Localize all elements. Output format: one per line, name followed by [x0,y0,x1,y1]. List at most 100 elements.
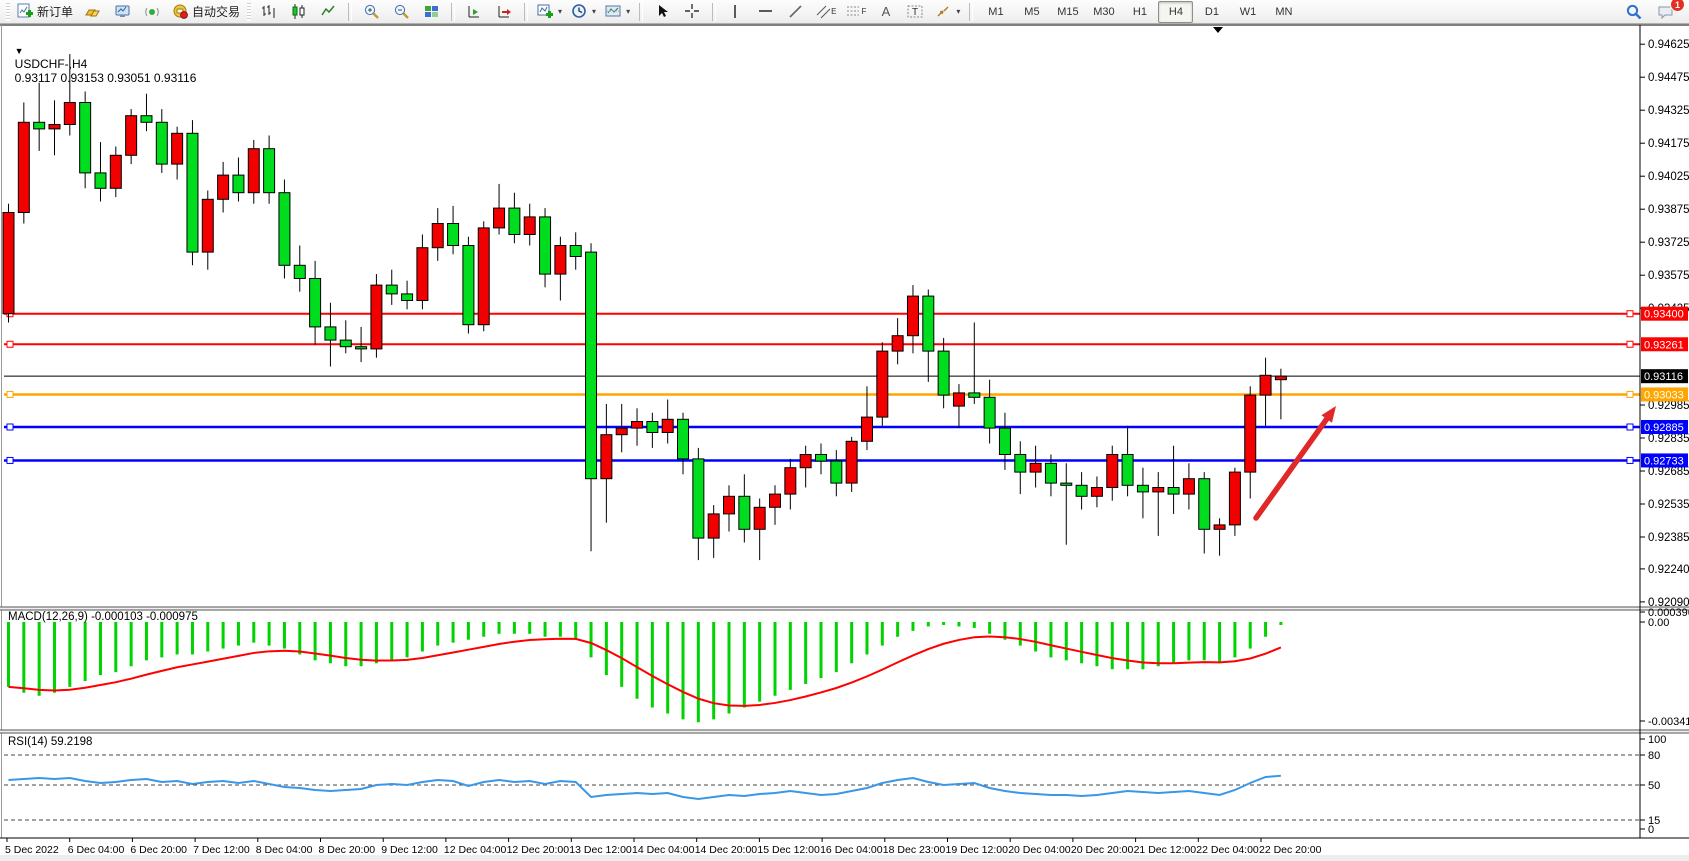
crosshair-tool-button[interactable] [678,0,707,23]
level-endpoint-marker[interactable] [1627,391,1633,397]
timeframe-w1-button[interactable]: W1 [1230,1,1265,23]
horizontal-line-tool[interactable] [751,0,780,23]
zoom-out-button[interactable] [387,0,416,23]
macd-axis-label: 0.00 [1648,617,1669,629]
candlestick-mode-button[interactable] [284,0,313,23]
candle-body [678,419,689,459]
trendline-icon [787,3,804,20]
toolbar-grip[interactable] [6,3,10,21]
new-order-icon [17,3,34,20]
price-axis-tick-label: 0.92240 [1648,564,1689,576]
candle-body [938,351,949,395]
trendline-tool[interactable] [781,0,810,23]
timeframe-mn-button[interactable]: MN [1266,1,1301,23]
arrows-dropdown[interactable]: ▾ [931,0,964,23]
bar-chart-icon [260,3,277,20]
text-tool[interactable]: A [871,0,900,23]
timeframe-h1-button[interactable]: H1 [1122,1,1157,23]
arrow-objects-icon [935,3,952,20]
new-chart-dropdown[interactable]: ▾ [533,0,566,23]
level-endpoint-marker[interactable] [7,341,13,347]
rsi-axis-label: 0 [1648,824,1654,836]
collapse-triangle-icon[interactable]: ▼ [15,46,24,56]
price-label-text: 0.92733 [1644,455,1684,467]
candle-body [279,193,290,266]
candle-body [80,103,91,173]
candle-body [294,265,305,278]
tile-windows-button[interactable] [417,0,446,23]
candle-body [1122,455,1133,486]
candle-body [555,246,566,275]
candle-body [233,175,244,193]
line-chart-mode-button[interactable] [314,0,343,23]
auto-scroll-button[interactable] [460,0,489,23]
level-endpoint-marker[interactable] [1627,311,1633,317]
time-axis-label: 22 Dec 20:00 [1259,844,1322,856]
templates-dropdown[interactable]: ▾ [601,0,634,23]
vertical-line-tool[interactable] [721,0,750,23]
timeframe-m1-button[interactable]: M1 [978,1,1013,23]
level-endpoint-marker[interactable] [1627,341,1633,347]
price-axis-tick-label: 0.93725 [1648,237,1689,249]
timeframe-h4-button[interactable]: H4 [1158,1,1193,23]
level-endpoint-marker[interactable] [7,424,13,430]
chart-shift-icon [496,3,513,20]
price-label-text: 0.93400 [1644,309,1684,321]
vertical-line-icon [727,3,744,20]
candle-body [999,428,1010,454]
new-order-button[interactable]: 新订单 [13,0,77,23]
fibonacci-tool[interactable]: F [841,0,870,23]
time-axis-label: 8 Dec 04:00 [256,844,313,856]
gold-chart-button[interactable] [78,0,107,23]
price-axis-tick-label: 0.94175 [1648,138,1689,150]
zoom-in-button[interactable] [357,0,386,23]
candle-body [371,285,382,349]
candle-body [1229,472,1240,525]
price-axis-tick-label: 0.94625 [1648,39,1689,51]
search-button[interactable] [1619,0,1648,23]
toolbar-grip[interactable] [247,3,251,21]
timeframe-m30-button[interactable]: M30 [1086,1,1121,23]
cursor-tool-button[interactable] [648,0,677,23]
candle-body [34,122,45,129]
svg-text:T: T [912,7,918,18]
periods-dropdown[interactable]: ▾ [567,0,600,23]
bar-chart-mode-button[interactable] [254,0,283,23]
level-endpoint-marker[interactable] [7,457,13,463]
candle-body [187,133,198,252]
chart-shift-button[interactable] [490,0,519,23]
candle-body [785,468,796,494]
chart-ohlc-values: 0.93117 0.93153 0.93051 0.93116 [15,71,197,85]
candle-body [800,455,811,468]
level-endpoint-marker[interactable] [1627,424,1633,430]
level-endpoint-marker[interactable] [1627,457,1633,463]
template-icon [605,3,622,20]
candle-body [1061,483,1072,485]
candle-body [110,155,121,188]
signals-button[interactable] [138,0,167,23]
level-endpoint-marker[interactable] [7,391,13,397]
new-chart-icon [537,3,554,20]
candle-body [647,422,658,433]
candle-body [1107,455,1118,488]
timeframe-d1-button[interactable]: D1 [1194,1,1229,23]
channel-tool[interactable]: E [811,0,840,23]
time-axis-label: 15 Dec 12:00 [757,844,820,856]
candle-body [448,224,459,246]
candle-body [3,213,14,314]
chevron-down-icon: ▾ [592,7,596,16]
candle-body [64,103,75,125]
candle-body [1091,488,1102,497]
toolbar-right-group: 1 [1619,0,1685,23]
candle-body [1214,525,1225,529]
timeframe-m15-button[interactable]: M15 [1050,1,1085,23]
chat-button[interactable]: 1 [1652,0,1681,23]
timeframe-m5-button[interactable]: M5 [1014,1,1049,23]
auto-trading-button[interactable]: 自动交易 [168,0,244,23]
candle-body [18,122,29,212]
market-watch-button[interactable] [108,0,137,23]
chart-canvas[interactable]: 0.946250.944750.943250.941750.940250.938… [0,0,1689,861]
text-label-tool[interactable]: T [901,0,930,23]
candle-body [524,217,535,235]
time-axis-label: 18 Dec 23:00 [883,844,946,856]
